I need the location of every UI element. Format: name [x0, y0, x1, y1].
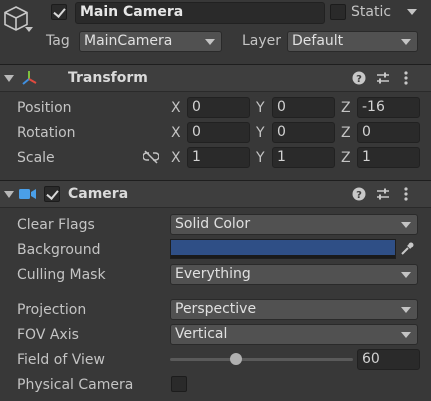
chevron-down-icon	[401, 332, 411, 338]
axis-y-label[interactable]: Y	[256, 99, 265, 117]
position-x-field[interactable]: 0	[187, 97, 250, 118]
presets-icon[interactable]	[376, 71, 390, 85]
scale-label: Scale	[17, 150, 55, 166]
gameobject-active-toggle[interactable]	[51, 4, 67, 20]
axis-z-label[interactable]: Z	[341, 124, 351, 142]
clear-flags-label: Clear Flags	[17, 217, 95, 233]
projection-label: Projection	[17, 302, 87, 318]
axis-y-label[interactable]: Y	[256, 149, 265, 167]
rotation-y-field[interactable]: 0	[272, 122, 335, 143]
static-checkbox[interactable]	[330, 4, 346, 20]
clear-flags-dropdown[interactable]: Solid Color	[170, 214, 418, 235]
fov-slider-thumb[interactable]	[230, 353, 242, 365]
svg-text:?: ?	[356, 74, 362, 85]
projection-dropdown[interactable]: Perspective	[170, 299, 418, 320]
help-icon[interactable]: ?	[352, 187, 366, 201]
kebab-menu-icon[interactable]	[403, 186, 409, 202]
position-label: Position	[17, 100, 72, 116]
chevron-down-icon	[205, 39, 215, 45]
axis-y-label[interactable]: Y	[256, 124, 265, 142]
background-label: Background	[17, 242, 101, 258]
culling-mask-value: Everything	[175, 266, 251, 282]
foldout-arrow-icon[interactable]	[4, 75, 14, 82]
rotation-label: Rotation	[17, 125, 76, 141]
transform-title: Transform	[68, 70, 148, 86]
position-y-field[interactable]: 0	[272, 97, 335, 118]
icon-dropdown-arrow[interactable]	[25, 27, 33, 32]
constrain-proportions-icon[interactable]	[142, 150, 160, 164]
chevron-down-icon	[401, 222, 411, 228]
object-name-field[interactable]: Main Camera	[75, 2, 325, 24]
axis-z-label[interactable]: Z	[341, 149, 351, 167]
fov-axis-dropdown[interactable]: Vertical	[170, 324, 418, 345]
rotation-z-field[interactable]: 0	[357, 122, 420, 143]
position-z-field[interactable]: -16	[357, 97, 420, 118]
camera-header[interactable]: Camera ?	[0, 180, 431, 208]
fov-axis-label: FOV Axis	[17, 327, 79, 343]
background-color-field[interactable]	[170, 239, 396, 259]
chevron-down-icon	[401, 307, 411, 313]
background-color-swatch	[171, 240, 395, 255]
culling-mask-dropdown[interactable]: Everything	[170, 264, 418, 285]
svg-text:?: ?	[356, 190, 362, 201]
fov-slider[interactable]	[170, 350, 353, 370]
tag-dropdown[interactable]: MainCamera	[79, 31, 222, 52]
transform-header[interactable]: Transform ?	[0, 64, 431, 92]
tag-value: MainCamera	[84, 33, 173, 49]
tag-label: Tag	[46, 33, 70, 49]
layer-label: Layer	[242, 33, 282, 49]
eyedropper-icon[interactable]	[399, 241, 415, 257]
layer-dropdown[interactable]: Default	[287, 31, 418, 52]
presets-icon[interactable]	[376, 187, 390, 201]
help-icon[interactable]: ?	[352, 71, 366, 85]
rotation-x-field[interactable]: 0	[187, 122, 250, 143]
axis-z-label[interactable]: Z	[341, 99, 351, 117]
camera-icon	[19, 188, 37, 200]
camera-enabled-toggle[interactable]	[44, 186, 60, 202]
transform-axes-icon	[20, 69, 38, 87]
scale-x-field[interactable]: 1	[187, 147, 250, 168]
layer-value: Default	[292, 33, 344, 49]
scale-y-field[interactable]: 1	[272, 147, 335, 168]
physical-camera-label: Physical Camera	[17, 377, 134, 393]
scale-z-field[interactable]: 1	[357, 147, 420, 168]
fov-slider-track[interactable]	[170, 358, 353, 361]
clear-flags-value: Solid Color	[175, 216, 251, 232]
axis-x-label[interactable]: X	[171, 149, 181, 167]
static-label: Static	[351, 4, 392, 20]
fov-value-field[interactable]: 60	[357, 349, 420, 370]
field-of-view-label: Field of View	[17, 352, 105, 368]
chevron-down-icon	[401, 272, 411, 278]
physical-camera-checkbox[interactable]	[171, 376, 187, 392]
static-dropdown-arrow[interactable]	[407, 9, 417, 15]
axis-x-label[interactable]: X	[171, 124, 181, 142]
kebab-menu-icon[interactable]	[403, 70, 409, 86]
chevron-down-icon	[401, 39, 411, 45]
camera-title: Camera	[68, 186, 129, 202]
foldout-arrow-icon[interactable]	[4, 191, 14, 198]
fov-axis-value: Vertical	[175, 326, 228, 342]
axis-x-label[interactable]: X	[171, 99, 181, 117]
projection-value: Perspective	[175, 301, 257, 317]
culling-mask-label: Culling Mask	[17, 267, 106, 283]
